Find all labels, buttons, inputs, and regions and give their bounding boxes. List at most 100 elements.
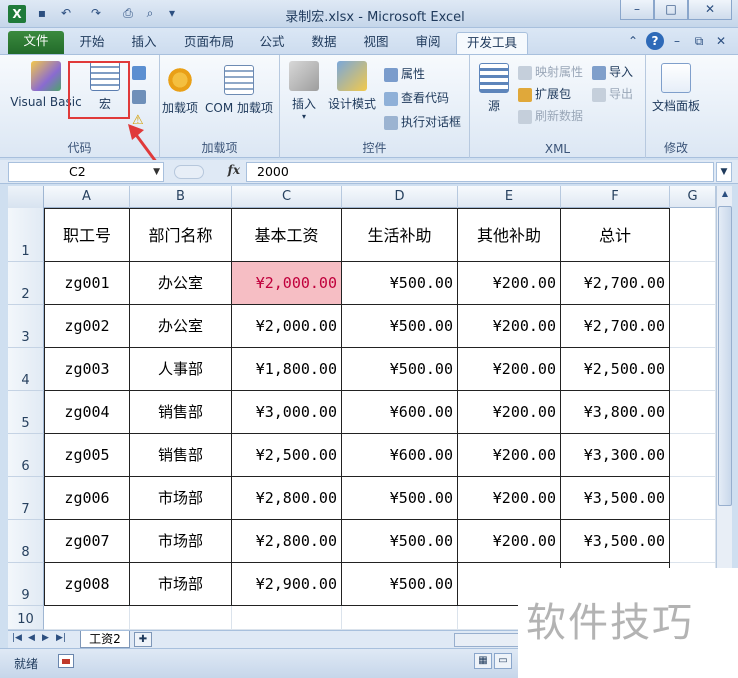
tab-developer[interactable]: 开发工具 <box>456 32 528 54</box>
tab-insert[interactable]: 插入 <box>124 32 164 54</box>
minimize-button[interactable]: – <box>620 0 654 20</box>
redo-icon[interactable]: ↷ <box>88 5 104 21</box>
next-sheet-icon[interactable]: ▶ <box>42 633 49 643</box>
row-header-10[interactable]: 10 <box>8 606 44 630</box>
expand-formula-bar-icon[interactable]: ▼ <box>716 162 732 182</box>
table-cell[interactable]: 办公室 <box>130 262 232 305</box>
tab-page-layout[interactable]: 页面布局 <box>176 32 242 54</box>
table-header-cell[interactable]: 总计 <box>561 208 670 262</box>
view-code-button[interactable]: 查看代码 <box>384 89 449 106</box>
row-header-6[interactable]: 6 <box>8 434 44 477</box>
collapse-ribbon-icon[interactable]: ⌃ <box>624 32 642 50</box>
tab-review[interactable]: 审阅 <box>408 32 448 54</box>
select-all-corner[interactable] <box>8 186 44 208</box>
table-cell[interactable]: ¥2,500.00 <box>561 348 670 391</box>
tab-view[interactable]: 视图 <box>356 32 396 54</box>
table-cell[interactable]: ¥500.00 <box>342 262 458 305</box>
chevron-down-icon[interactable]: ▼ <box>153 163 160 181</box>
scroll-thumb[interactable] <box>718 206 732 506</box>
table-cell[interactable]: 销售部 <box>130 391 232 434</box>
column-header-F[interactable]: F <box>561 186 670 208</box>
table-cell[interactable]: zg004 <box>44 391 130 434</box>
table-cell[interactable]: ¥500.00 <box>342 348 458 391</box>
name-box[interactable]: C2 ▼ <box>8 162 164 182</box>
customize-icon[interactable]: ▾ <box>164 5 180 21</box>
table-cell[interactable]: ¥2,500.00 <box>232 434 342 477</box>
tab-data[interactable]: 数据 <box>304 32 344 54</box>
table-header-cell[interactable]: 部门名称 <box>130 208 232 262</box>
table-cell[interactable]: ¥1,800.00 <box>232 348 342 391</box>
print-preview-icon[interactable]: ⌕ <box>142 5 158 21</box>
properties-button[interactable]: 属性 <box>384 65 425 82</box>
insert-function-button[interactable]: fx <box>228 163 240 177</box>
table-cell[interactable]: ¥2,000.00 <box>232 305 342 348</box>
table-cell[interactable]: 人事部 <box>130 348 232 391</box>
table-cell[interactable]: ¥600.00 <box>342 434 458 477</box>
table-cell[interactable]: ¥3,500.00 <box>561 520 670 563</box>
refresh-data-button[interactable]: 刷新数据 <box>518 107 583 124</box>
column-header-C[interactable]: C <box>232 186 342 208</box>
table-cell[interactable]: ¥3,800.00 <box>561 391 670 434</box>
table-cell[interactable]: ¥2,800.00 <box>232 520 342 563</box>
help-icon[interactable]: ? <box>646 32 664 50</box>
document-panel-button[interactable]: 文档面板 <box>648 63 704 114</box>
table-cell[interactable]: zg002 <box>44 305 130 348</box>
first-sheet-icon[interactable]: |◀ <box>12 633 22 643</box>
horizontal-scrollbar[interactable] <box>454 633 524 647</box>
row-header-1[interactable]: 1 <box>8 208 44 262</box>
table-header-cell[interactable]: 其他补助 <box>458 208 561 262</box>
table-cell[interactable]: ¥200.00 <box>458 348 561 391</box>
normal-view-icon[interactable]: ▦ <box>474 653 492 669</box>
page-layout-view-icon[interactable]: ▭ <box>494 653 512 669</box>
formula-input[interactable]: 2000 <box>246 162 714 182</box>
table-cell[interactable]: ¥3,000.00 <box>232 391 342 434</box>
print-icon[interactable]: ⎙ <box>120 5 136 21</box>
prev-sheet-icon[interactable]: ◀ <box>28 633 35 643</box>
table-cell[interactable]: 市场部 <box>130 477 232 520</box>
row-header-7[interactable]: 7 <box>8 477 44 520</box>
cancel-enter-buttons[interactable] <box>174 165 204 179</box>
close-button[interactable]: ✕ <box>688 0 732 20</box>
column-header-E[interactable]: E <box>458 186 561 208</box>
restore-workbook-icon[interactable]: ⧉ <box>690 32 708 50</box>
minimize-workbook-icon[interactable]: – <box>668 32 686 50</box>
table-cell[interactable]: ¥2,700.00 <box>561 262 670 305</box>
table-cell[interactable]: ¥600.00 <box>342 391 458 434</box>
table-cell[interactable]: zg005 <box>44 434 130 477</box>
excel-icon[interactable]: X <box>8 5 26 23</box>
table-cell[interactable]: zg006 <box>44 477 130 520</box>
close-workbook-icon[interactable]: ✕ <box>712 32 730 50</box>
row-header-4[interactable]: 4 <box>8 348 44 391</box>
undo-icon[interactable]: ↶ <box>58 5 74 21</box>
table-cell[interactable]: zg003 <box>44 348 130 391</box>
table-cell[interactable]: 市场部 <box>130 563 232 606</box>
table-cell[interactable]: ¥200.00 <box>458 391 561 434</box>
export-button[interactable]: 导出 <box>592 85 633 102</box>
com-addins-button[interactable]: COM 加载项 <box>202 65 276 116</box>
vertical-scrollbar[interactable]: ▲ ▼ <box>716 186 732 630</box>
column-header-B[interactable]: B <box>130 186 232 208</box>
table-cell[interactable]: ¥200.00 <box>458 477 561 520</box>
row-header-2[interactable]: 2 <box>8 262 44 305</box>
table-cell[interactable]: ¥3,500.00 <box>561 477 670 520</box>
insert-sheet-icon[interactable]: ✚ <box>134 632 152 647</box>
save-icon[interactable]: ▪ <box>34 5 50 21</box>
relative-reference-icon[interactable] <box>132 89 149 104</box>
table-cell[interactable]: ¥200.00 <box>458 520 561 563</box>
design-mode-button[interactable]: 设计模式 <box>324 61 380 112</box>
table-cell[interactable]: ¥3,300.00 <box>561 434 670 477</box>
source-button[interactable]: 源 <box>476 63 512 114</box>
insert-control-button[interactable]: 插入 ▾ <box>284 61 324 122</box>
table-cell[interactable]: ¥2,700.00 <box>561 305 670 348</box>
table-cell[interactable]: ¥500.00 <box>342 563 458 606</box>
import-button[interactable]: 导入 <box>592 63 633 80</box>
run-dialog-button[interactable]: 执行对话框 <box>384 113 461 130</box>
table-cell[interactable]: zg001 <box>44 262 130 305</box>
table-cell[interactable]: ¥2,900.00 <box>232 563 342 606</box>
table-header-cell[interactable]: 基本工资 <box>232 208 342 262</box>
column-header-G[interactable]: G <box>670 186 716 208</box>
table-cell[interactable]: ¥500.00 <box>342 305 458 348</box>
table-cell[interactable]: ¥500.00 <box>342 477 458 520</box>
row-header-3[interactable]: 3 <box>8 305 44 348</box>
table-cell[interactable]: ¥2,800.00 <box>232 477 342 520</box>
